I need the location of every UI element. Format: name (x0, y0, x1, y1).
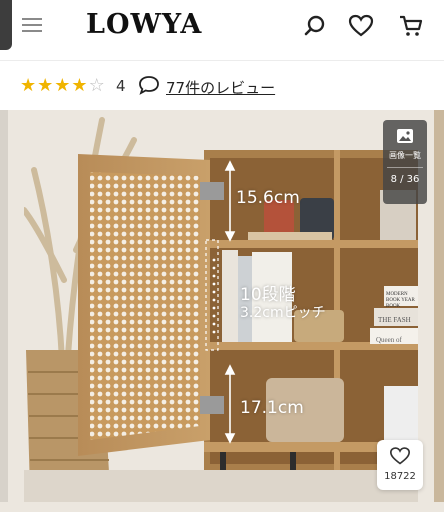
book-text-2: THE FASH (378, 316, 411, 324)
review-count-link[interactable]: 77件のレビュー (166, 77, 275, 98)
rating-row: ★★★★☆ 4 77件のレビュー (0, 60, 444, 110)
favorite-button[interactable]: 18722 (377, 440, 423, 490)
bottom-shelf-height-label: 17.1cm (240, 398, 304, 418)
favorite-count: 18722 (384, 471, 416, 482)
star-icon: ★ (20, 75, 38, 96)
star-rating: ★★★★☆ (20, 75, 106, 96)
site-header: LOWYA (0, 0, 444, 61)
heart-icon[interactable] (348, 13, 374, 39)
search-icon[interactable] (302, 13, 328, 39)
cart-icon[interactable] (398, 13, 424, 39)
image-icon (397, 129, 413, 143)
prev-image-peek[interactable] (0, 110, 8, 502)
book-text-1: MODERN BOOK YEAR BOOK (386, 292, 415, 309)
product-photo (24, 110, 418, 502)
rating-score: 4 (116, 77, 126, 95)
top-shelf-height-label: 15.6cm (236, 188, 300, 208)
image-list-label: 画像一覧 (389, 151, 421, 160)
star-icon: ★ (54, 75, 72, 96)
book-text-3: Queen of (376, 336, 402, 344)
star-icon: ★ (71, 75, 89, 96)
speech-bubble-icon[interactable] (138, 74, 160, 96)
star-icon: ☆ (88, 75, 106, 96)
shelf-pitch-label: 3.2cmピッチ (240, 305, 326, 321)
back-tab[interactable] (0, 0, 12, 50)
menu-icon[interactable] (22, 14, 42, 34)
next-image-peek[interactable] (434, 110, 444, 502)
product-gallery[interactable]: 15.6cm 10段階 3.2cmピッチ 17.1cm MODERN BOOK … (0, 110, 444, 512)
heart-icon (389, 447, 411, 465)
image-counter: 8 / 36 (390, 174, 420, 185)
star-icon: ★ (37, 75, 55, 96)
brand-logo[interactable]: LOWYA (86, 9, 202, 40)
image-list-button[interactable]: 画像一覧 8 / 36 (383, 120, 427, 204)
counter-divider (387, 167, 423, 168)
